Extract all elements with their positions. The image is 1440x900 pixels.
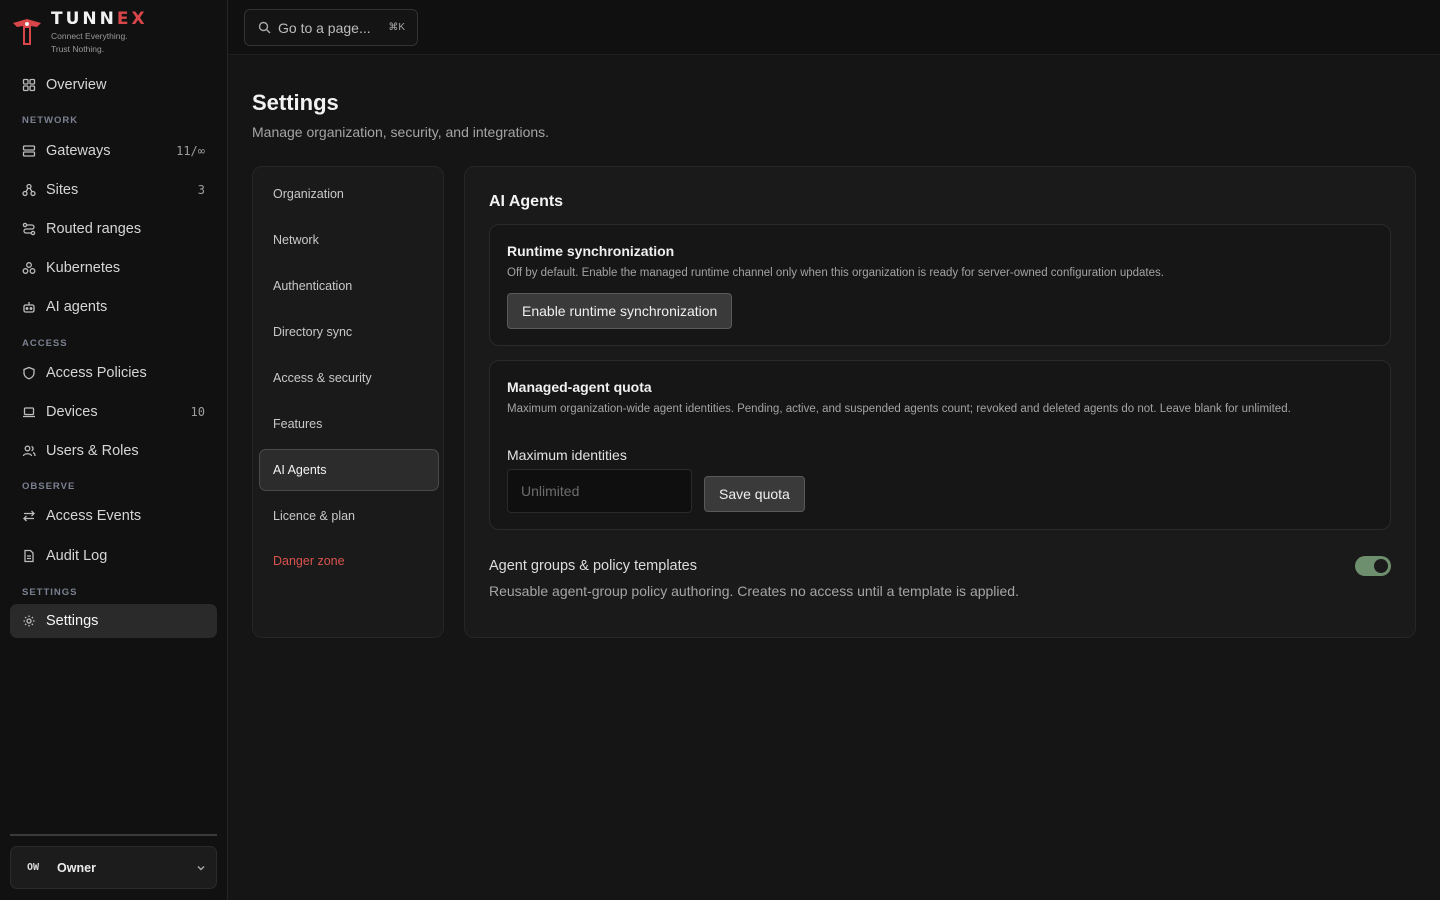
devices-count: 10 xyxy=(190,405,205,419)
sidebar-item-audit-log[interactable]: Audit Log xyxy=(10,539,217,573)
sidebar-item-users-roles[interactable]: Users & Roles xyxy=(10,434,217,468)
grid-icon xyxy=(22,78,36,92)
settings-nav-access-security[interactable]: Access & security xyxy=(259,357,439,399)
managed-agent-quota-card: Managed-agent quota Maximum organization… xyxy=(489,360,1391,530)
settings-nav-licence-plan[interactable]: Licence & plan xyxy=(259,495,439,537)
sidebar-item-kubernetes[interactable]: Kubernetes xyxy=(10,251,217,285)
max-identities-label: Maximum identities xyxy=(507,447,627,463)
runtime-sync-description: Off by default. Enable the managed runti… xyxy=(507,267,1164,279)
enable-runtime-sync-button[interactable]: Enable runtime synchronization xyxy=(507,293,733,329)
avatar: OW xyxy=(27,862,40,873)
sidebar-item-label: Devices xyxy=(46,404,98,420)
settings-nav-features[interactable]: Features xyxy=(259,403,439,445)
section-access: ACCESS xyxy=(22,338,68,349)
ai-agents-panel: AI Agents Runtime synchronization Off by… xyxy=(464,166,1416,638)
sidebar-item-label: Overview xyxy=(46,77,107,93)
sidebar-item-label: AI agents xyxy=(46,299,108,315)
save-quota-button[interactable]: Save quota xyxy=(704,476,805,512)
settings-nav-authentication[interactable]: Authentication xyxy=(259,265,439,307)
user-menu[interactable]: OW Owner xyxy=(10,846,217,889)
topbar: Go to a page... ⌘K xyxy=(228,0,1440,55)
settings-nav-network[interactable]: Network xyxy=(259,219,439,261)
section-network: NETWORK xyxy=(22,115,79,126)
file-icon xyxy=(22,549,36,563)
sidebar-item-routed-ranges[interactable]: Routed ranges xyxy=(10,212,217,246)
settings-nav-directory-sync[interactable]: Directory sync xyxy=(259,311,439,353)
agent-groups-title: Agent groups & policy templates xyxy=(489,558,697,574)
quota-title: Managed-agent quota xyxy=(507,379,652,395)
quota-description: Maximum organization-wide agent identiti… xyxy=(507,403,1291,415)
sidebar-item-sites[interactable]: Sites 3 xyxy=(10,173,217,207)
page-title: Settings xyxy=(252,90,339,115)
tunnex-logo-icon xyxy=(13,19,41,45)
page-subtitle: Manage organization, security, and integ… xyxy=(252,124,550,140)
search-icon xyxy=(258,21,271,34)
sidebar-item-label: Sites xyxy=(46,182,79,198)
arrows-icon xyxy=(22,509,36,523)
panel-title: AI Agents xyxy=(489,193,564,210)
sidebar-item-settings[interactable]: Settings xyxy=(10,604,217,638)
sidebar-item-label: Kubernetes xyxy=(46,260,121,276)
brand-tagline: Connect Everything. Trust Nothing. xyxy=(51,31,128,54)
brand-name: TUNNEX xyxy=(51,9,148,29)
toggle-knob xyxy=(1374,559,1388,573)
server-icon xyxy=(22,144,36,158)
sidebar-item-label: Gateways xyxy=(46,143,111,159)
chevron-down-icon xyxy=(197,866,205,871)
sidebar-item-label: Users & Roles xyxy=(46,443,139,459)
gear-icon xyxy=(22,614,36,628)
page-search[interactable]: Go to a page... ⌘K xyxy=(244,9,418,46)
sidebar-item-label: Audit Log xyxy=(46,548,108,564)
gateways-count: 11/∞ xyxy=(176,144,205,158)
route-icon xyxy=(22,222,36,236)
runtime-sync-card: Runtime synchronization Off by default. … xyxy=(489,224,1391,346)
agent-groups-description: Reusable agent-group policy authoring. C… xyxy=(489,583,1019,599)
runtime-sync-title: Runtime synchronization xyxy=(507,243,675,259)
sidebar-item-devices[interactable]: Devices 10 xyxy=(10,395,217,429)
sites-count: 3 xyxy=(197,183,205,197)
sidebar-divider xyxy=(10,834,217,836)
settings-nav-danger-zone[interactable]: Danger zone xyxy=(259,540,439,582)
sidebar-item-ai-agents[interactable]: AI agents xyxy=(10,290,217,324)
sidebar-item-gateways[interactable]: Gateways 11/∞ xyxy=(10,134,217,168)
bot-icon xyxy=(22,300,36,314)
kubernetes-icon xyxy=(22,261,36,275)
shield-icon xyxy=(22,366,36,380)
sidebar-item-access-events[interactable]: Access Events xyxy=(10,499,217,533)
section-observe: OBSERVE xyxy=(22,481,76,492)
agent-groups-toggle[interactable] xyxy=(1355,556,1391,576)
shortcut-hint: ⌘K xyxy=(388,22,405,33)
users-icon xyxy=(22,444,36,458)
sidebar-item-label: Access Events xyxy=(46,508,142,524)
brand[interactable]: TUNNEX Connect Everything. Trust Nothing… xyxy=(10,8,220,58)
user-name: Owner xyxy=(57,860,96,875)
sidebar-item-overview[interactable]: Overview xyxy=(10,68,217,102)
sidebar-item-label: Settings xyxy=(46,613,99,629)
max-identities-input[interactable] xyxy=(507,469,692,513)
settings-nav: Organization Network Authentication Dire… xyxy=(252,166,444,638)
sidebar: TUNNEX Connect Everything. Trust Nothing… xyxy=(0,0,228,900)
settings-nav-ai-agents[interactable]: AI Agents xyxy=(259,449,439,491)
laptop-icon xyxy=(22,405,36,419)
search-placeholder: Go to a page... xyxy=(278,19,371,36)
sidebar-item-access-policies[interactable]: Access Policies xyxy=(10,356,217,390)
section-settings: SETTINGS xyxy=(22,587,78,598)
settings-nav-organization[interactable]: Organization xyxy=(259,173,439,215)
sites-icon xyxy=(22,183,36,197)
sidebar-item-label: Access Policies xyxy=(46,365,147,381)
sidebar-item-label: Routed ranges xyxy=(46,221,142,237)
